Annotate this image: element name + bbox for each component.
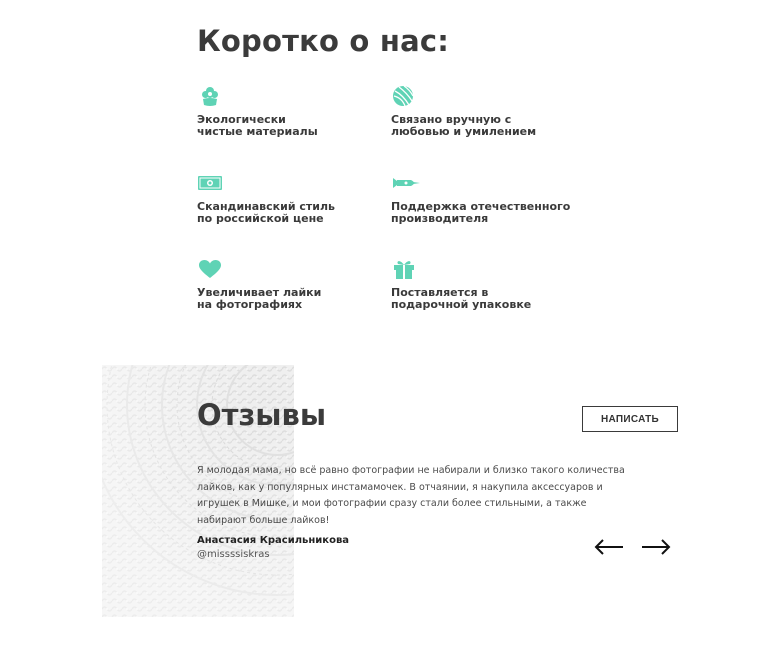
- heart-icon: [199, 260, 221, 278]
- review-handle: @missssiskras: [197, 549, 270, 560]
- flower-icon: [202, 87, 218, 106]
- feature-line: любовью и умилением: [391, 125, 537, 138]
- feature-domestic-support: Поддержка отечественного производителя: [391, 172, 581, 225]
- feature-line: подарочной упаковке: [391, 298, 532, 311]
- about-title: Коротко о нас:: [197, 24, 450, 58]
- feature-handmade: Связано вручную с любовью и умилением: [391, 85, 581, 138]
- yarn-ball-icon: [393, 85, 414, 107]
- gift-icon: [394, 261, 414, 279]
- feature-line: чистые материалы: [197, 125, 318, 138]
- reviews-title: Отзывы: [197, 398, 327, 432]
- feature-line: производителя: [391, 212, 489, 225]
- feature-gift-packaging: Поставляется в подарочной упаковке: [391, 258, 581, 311]
- rocket-icon: [393, 178, 420, 188]
- feature-eco-materials: Экологически чистые материалы: [197, 85, 387, 138]
- write-review-button[interactable]: НАПИСАТЬ: [582, 406, 678, 432]
- arrow-right-icon: [642, 539, 671, 555]
- feature-line: на фотографиях: [197, 298, 303, 311]
- banknote-icon: [198, 176, 222, 190]
- review-author: Анастасия Красильникова: [197, 535, 350, 546]
- feature-scandinavian-style: Скандинавский стиль по российской цене: [197, 172, 387, 225]
- arrow-left-icon: [594, 539, 623, 555]
- feature-more-likes: Увеличивает лайки на фотографиях: [197, 258, 387, 311]
- next-review-button[interactable]: [640, 537, 672, 557]
- prev-review-button[interactable]: [593, 537, 625, 557]
- feature-line: по российской цене: [197, 212, 324, 225]
- review-text: Я молодая мама, но всё равно фотографии …: [197, 465, 625, 526]
